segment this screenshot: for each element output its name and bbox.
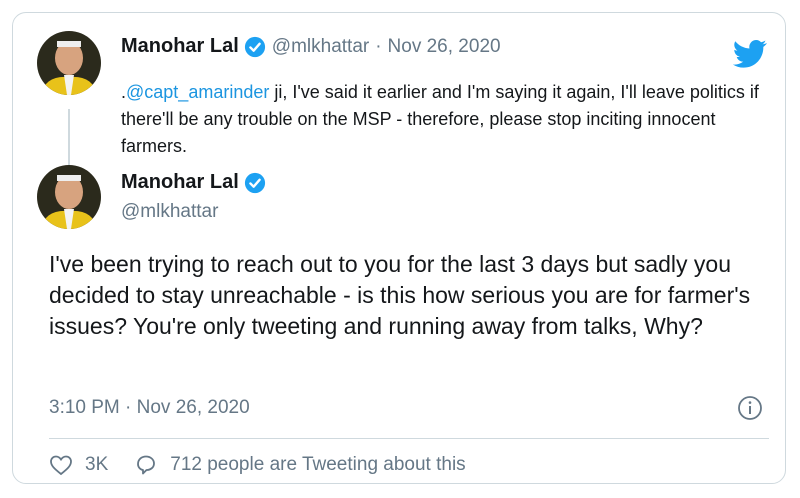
tweet-date[interactable]: Nov 26, 2020: [388, 36, 501, 58]
main-author-row: Manohar Lal: [121, 171, 266, 194]
tweeting-about-button[interactable]: 712 people are Tweeting about this: [134, 453, 466, 477]
quoted-tweet-text: .@capt_amarinder ji, I've said it earlie…: [121, 79, 771, 160]
author-handle[interactable]: @mlkhattar: [272, 36, 369, 58]
avatar[interactable]: [37, 165, 101, 229]
actions-bar: 3K 712 people are Tweeting about this: [49, 453, 466, 477]
verified-badge-icon: [244, 36, 266, 58]
like-button[interactable]: 3K: [49, 453, 108, 477]
tweet-card: Manohar Lal @mlkhattar · Nov 26, 2020 .@…: [12, 12, 786, 484]
info-icon[interactable]: [737, 395, 763, 421]
quoted-author-row: Manohar Lal @mlkhattar · Nov 26, 2020: [121, 35, 501, 58]
author-name[interactable]: Manohar Lal: [121, 171, 239, 194]
verified-badge-icon: [244, 172, 266, 194]
author-handle[interactable]: @mlkhattar: [121, 201, 218, 223]
twitter-bird-icon[interactable]: [732, 39, 767, 69]
avatar[interactable]: [37, 31, 101, 95]
thread-connector: [68, 109, 70, 165]
tweeting-about-label: 712 people are Tweeting about this: [170, 454, 466, 475]
divider: [49, 438, 769, 439]
author-name[interactable]: Manohar Lal: [121, 35, 239, 58]
tweet-timestamp[interactable]: 3:10 PM · Nov 26, 2020: [49, 397, 250, 419]
heart-icon: [50, 455, 72, 476]
tweet-text: I've been trying to reach out to you for…: [49, 251, 751, 339]
comment-icon: [137, 455, 156, 475]
like-count: 3K: [85, 454, 109, 475]
mention-link[interactable]: @capt_amarinder: [126, 82, 269, 102]
separator-dot: ·: [375, 35, 382, 57]
